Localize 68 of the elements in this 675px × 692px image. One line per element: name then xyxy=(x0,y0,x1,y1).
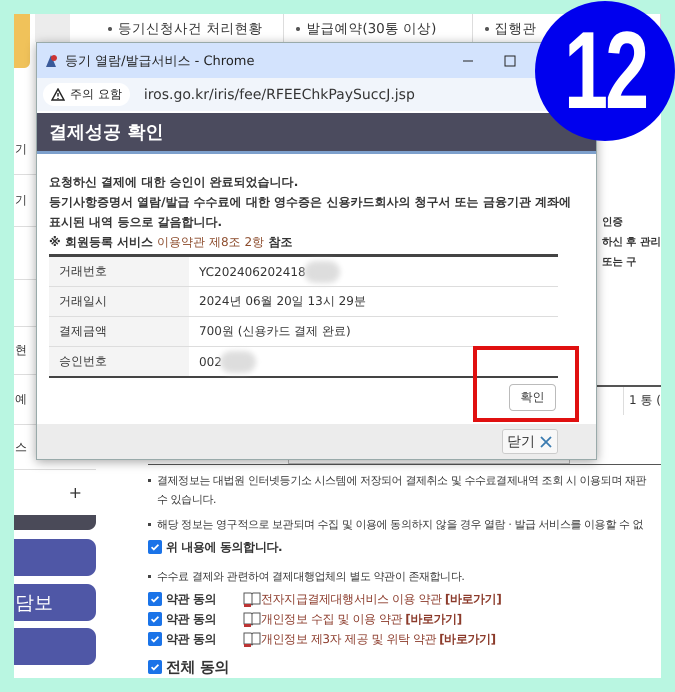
url-text: iros.go.kr/iris/fee/RFEEChkPaySuccJ.jsp xyxy=(144,86,415,102)
window-title: 등기 열람/발급서비스 - Chrome xyxy=(65,52,256,70)
warning-icon xyxy=(51,88,65,101)
checkbox[interactable] xyxy=(148,612,162,626)
nav-link[interactable]: 발급예약(30통 이상) xyxy=(306,20,436,38)
table-cell-text: 1 통 ( xyxy=(628,392,661,409)
bullet-icon xyxy=(148,523,151,526)
page-text: 하신 후 관리 xyxy=(602,235,661,250)
note-text: ※ 회원등록 서비스 이용약관 제8조 2항 참조 xyxy=(49,234,294,251)
close-icon xyxy=(539,434,553,448)
checkbox-label: 약관 동의 xyxy=(166,610,216,628)
checkbox-label: 약관 동의 xyxy=(166,590,216,608)
checkbox-label: 전체 동의 xyxy=(166,658,230,676)
message-text: 등기사항증명서 열람/발급 수수료에 대한 영수증은 신용카드회사의 청구서 또는 금융기관 계좌에 표시된 내역 등으로 갈음합니다. xyxy=(49,194,572,231)
terms-link[interactable]: 전자지급결제대행서비스 이용 약관 [바로가기] xyxy=(261,590,502,608)
dialog-header: 결제성공 확인 xyxy=(37,113,596,154)
menu-button[interactable]: 담보 xyxy=(14,584,96,621)
checkbox[interactable] xyxy=(148,660,162,674)
notice-text: 수 있습니다. xyxy=(157,492,218,508)
page-text: 인증 xyxy=(602,215,623,230)
bullet-icon xyxy=(108,26,112,30)
bullet-icon xyxy=(484,26,489,30)
checkbox[interactable] xyxy=(148,632,162,646)
table-cell: 2024년 06월 20일 13시 29분 xyxy=(199,293,366,310)
table-header-cell: 거래번호 xyxy=(49,257,189,286)
nav-link[interactable]: 등기신청사건 처리현황 xyxy=(118,20,262,38)
security-chip[interactable]: 주의 요함 xyxy=(43,83,130,106)
bullet-icon xyxy=(148,575,151,578)
bullet-icon xyxy=(296,26,300,30)
check-icon xyxy=(149,661,161,673)
book-icon xyxy=(243,611,261,627)
table-header-cell: 결제금액 xyxy=(49,317,189,346)
checkbox[interactable] xyxy=(148,540,162,554)
table-cell: 002 xyxy=(199,354,222,368)
table-header-cell: 승인번호 xyxy=(49,347,189,376)
confirm-button[interactable]: 확인 xyxy=(509,384,556,411)
check-icon xyxy=(149,613,161,625)
menu-item[interactable]: 기 xyxy=(15,192,27,209)
menu-item[interactable]: 현 xyxy=(15,342,27,359)
message-text: 요청하신 결제에 대한 승인이 완료되었습니다. xyxy=(49,174,300,191)
table-cell: YC202406202418 xyxy=(199,264,306,278)
tab-background xyxy=(35,14,70,42)
checkbox-label: 약관 동의 xyxy=(166,630,216,648)
terms-link[interactable]: 개인정보 제3자 제공 및 위탁 약관 [바로가기] xyxy=(261,630,496,648)
checkbox-label: 위 내용에 동의합니다. xyxy=(166,538,282,556)
table-cell: 700원 (신용카드 결제 완료) xyxy=(199,323,351,340)
notice-text: 결제정보는 대법원 인터넷등기소 시스템에 저장되어 결제취소 및 수수료결제내역 조회 시 이용되며 재판 xyxy=(157,473,646,489)
table-header-cell: 거래일시 xyxy=(49,287,189,316)
expand-button[interactable]: + xyxy=(68,483,82,502)
book-icon xyxy=(243,631,261,647)
folder-icon xyxy=(14,14,30,68)
check-icon xyxy=(149,633,161,645)
check-icon xyxy=(149,541,161,553)
terms-link[interactable]: 개인정보 수집 및 이용 약관 [바로가기] xyxy=(261,610,462,628)
menu-item[interactable]: 예 xyxy=(15,391,27,408)
notice-text: 수수료 결제와 관련하여 결제대행업체의 별도 약관이 존재합니다. xyxy=(157,569,464,585)
page-text: 또는 구 xyxy=(602,255,637,270)
menu-item[interactable]: 기 xyxy=(15,141,27,158)
app-icon xyxy=(43,52,59,68)
nav-link[interactable]: 집행관 xyxy=(494,20,537,38)
checkbox[interactable] xyxy=(148,592,162,606)
close-button[interactable]: 닫기 xyxy=(502,429,558,454)
notice-text: 해당 정보는 영구적으로 보관되며 수집 및 이용에 동의하지 않을 경우 열람 · 발급 서비스를 이용할 수 없 xyxy=(157,517,644,533)
book-icon xyxy=(243,591,261,607)
check-icon xyxy=(149,593,161,605)
maximize-icon[interactable] xyxy=(504,54,516,66)
bullet-icon xyxy=(148,479,151,482)
menu-item[interactable]: 스 xyxy=(15,438,27,456)
